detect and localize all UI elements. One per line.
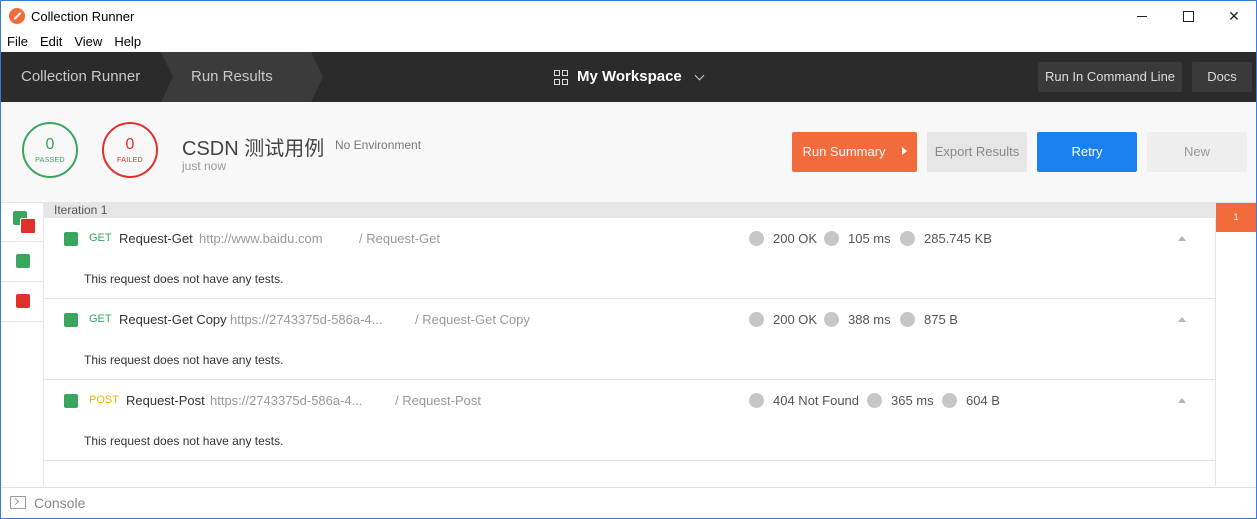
minimize-button[interactable] bbox=[1119, 1, 1165, 31]
request-path: / Request-Post bbox=[395, 393, 481, 408]
workspace-grid-icon bbox=[554, 69, 568, 85]
response-time: 388 ms bbox=[848, 312, 891, 327]
request-method: GET bbox=[89, 232, 112, 244]
status-dot-icon bbox=[749, 393, 764, 408]
collection-name: CSDN 测试用例 bbox=[182, 138, 325, 160]
iteration-header: Iteration 1 bbox=[44, 203, 1215, 218]
window-title: Collection Runner bbox=[31, 9, 135, 24]
response-size: 875 B bbox=[924, 312, 958, 327]
collapse-caret-icon[interactable] bbox=[1178, 236, 1186, 241]
iteration-status-strip bbox=[1, 203, 44, 486]
app-header: Collection Runner Run Results My Workspa… bbox=[1, 52, 1256, 102]
response-time: 365 ms bbox=[891, 393, 934, 408]
workspace-name: My Workspace bbox=[577, 68, 682, 85]
response-time: 105 ms bbox=[848, 231, 891, 246]
request-row[interactable]: GET Request-Get http://www.baidu.com / R… bbox=[44, 219, 1215, 260]
request-url: https://2743375d-586a-4... bbox=[230, 312, 383, 327]
response-status: 404 Not Found bbox=[773, 393, 860, 408]
menu-bar: File Edit View Help bbox=[1, 32, 147, 52]
request-url: http://www.baidu.com bbox=[199, 231, 323, 246]
passed-count: 0 bbox=[45, 136, 55, 153]
filter-passed-square[interactable] bbox=[16, 254, 30, 268]
request-path: / Request-Get Copy bbox=[415, 312, 530, 327]
test-results-row: This request does not have any tests. bbox=[44, 421, 1215, 461]
response-size: 604 B bbox=[966, 393, 1000, 408]
workspace-switcher[interactable]: My Workspace bbox=[554, 52, 705, 102]
status-square bbox=[64, 232, 78, 246]
minimize-icon bbox=[1137, 15, 1147, 17]
breadcrumb-run-results[interactable]: Run Results bbox=[161, 52, 311, 102]
maximize-button[interactable] bbox=[1165, 1, 1211, 31]
export-results-button[interactable]: Export Results bbox=[927, 132, 1027, 172]
breadcrumb-separator bbox=[161, 52, 173, 102]
divider bbox=[1, 321, 43, 322]
postman-logo-icon bbox=[9, 8, 25, 24]
title-bar: Collection Runner ✕ bbox=[1, 1, 1256, 31]
request-row[interactable]: POST Request-Post https://2743375d-586a-… bbox=[44, 381, 1215, 422]
run-summary-label: Run Summary bbox=[802, 144, 886, 159]
run-summary-button[interactable]: Run Summary bbox=[792, 132, 917, 172]
test-results-row: This request does not have any tests. bbox=[44, 340, 1215, 380]
menu-edit[interactable]: Edit bbox=[34, 32, 68, 52]
menu-file[interactable]: File bbox=[1, 32, 34, 52]
console-bar[interactable]: Console bbox=[1, 487, 1256, 518]
time-dot-icon bbox=[824, 231, 839, 246]
status-dot-icon bbox=[749, 312, 764, 327]
environment-label: No Environment bbox=[335, 138, 422, 152]
failed-label: FAILED bbox=[117, 157, 143, 164]
iteration-fail-marker bbox=[20, 218, 36, 234]
run-time: just now bbox=[182, 159, 227, 173]
time-dot-icon bbox=[824, 312, 839, 327]
divider bbox=[1, 281, 43, 282]
size-dot-icon bbox=[900, 231, 915, 246]
maximize-icon bbox=[1182, 10, 1194, 22]
request-method: POST bbox=[89, 394, 119, 406]
size-dot-icon bbox=[942, 393, 957, 408]
request-url: https://2743375d-586a-4... bbox=[210, 393, 363, 408]
menu-help[interactable]: Help bbox=[108, 32, 147, 52]
test-results-row: This request does not have any tests. bbox=[44, 259, 1215, 299]
filter-failed-square[interactable] bbox=[16, 294, 30, 308]
status-square bbox=[64, 313, 78, 327]
menu-view[interactable]: View bbox=[68, 32, 108, 52]
run-in-command-line-button[interactable]: Run In Command Line bbox=[1038, 62, 1182, 92]
passed-label: PASSED bbox=[35, 157, 65, 164]
run-summary-panel: 0 PASSED 0 FAILED CSDN 测试用例 No Environme… bbox=[1, 102, 1256, 203]
request-row[interactable]: GET Request-Get Copy https://2743375d-58… bbox=[44, 300, 1215, 341]
collapse-caret-icon[interactable] bbox=[1178, 398, 1186, 403]
divider bbox=[1, 241, 43, 242]
failed-counter: 0 FAILED bbox=[102, 122, 158, 178]
response-status: 200 OK bbox=[773, 312, 818, 327]
retry-button[interactable]: Retry bbox=[1037, 132, 1137, 172]
breadcrumb-collection-runner[interactable]: Collection Runner bbox=[1, 52, 161, 102]
size-dot-icon bbox=[900, 312, 915, 327]
docs-button[interactable]: Docs bbox=[1192, 62, 1252, 92]
status-square bbox=[64, 394, 78, 408]
close-button[interactable]: ✕ bbox=[1211, 1, 1256, 31]
play-icon bbox=[901, 147, 907, 155]
chevron-down-icon bbox=[694, 70, 705, 80]
iteration-tab[interactable]: 1 bbox=[1216, 203, 1256, 232]
response-status: 200 OK bbox=[773, 231, 818, 246]
app-window: Collection Runner ✕ File Edit View Help … bbox=[0, 0, 1257, 519]
passed-counter: 0 PASSED bbox=[22, 122, 78, 178]
iteration-nav-strip bbox=[1215, 203, 1256, 486]
time-dot-icon bbox=[867, 393, 882, 408]
console-icon bbox=[10, 496, 26, 509]
request-path: / Request-Get bbox=[359, 231, 440, 246]
new-button[interactable]: New bbox=[1147, 132, 1247, 172]
failed-count: 0 bbox=[125, 136, 135, 153]
request-name: Request-Get bbox=[119, 231, 193, 246]
request-name: Request-Post bbox=[126, 393, 205, 408]
status-dot-icon bbox=[749, 231, 764, 246]
breadcrumb-separator bbox=[311, 52, 323, 102]
request-method: GET bbox=[89, 313, 112, 325]
request-name: Request-Get Copy bbox=[119, 312, 227, 327]
response-size: 285.745 KB bbox=[924, 231, 992, 246]
collapse-caret-icon[interactable] bbox=[1178, 317, 1186, 322]
console-label: Console bbox=[34, 495, 86, 511]
close-icon: ✕ bbox=[1228, 7, 1240, 24]
